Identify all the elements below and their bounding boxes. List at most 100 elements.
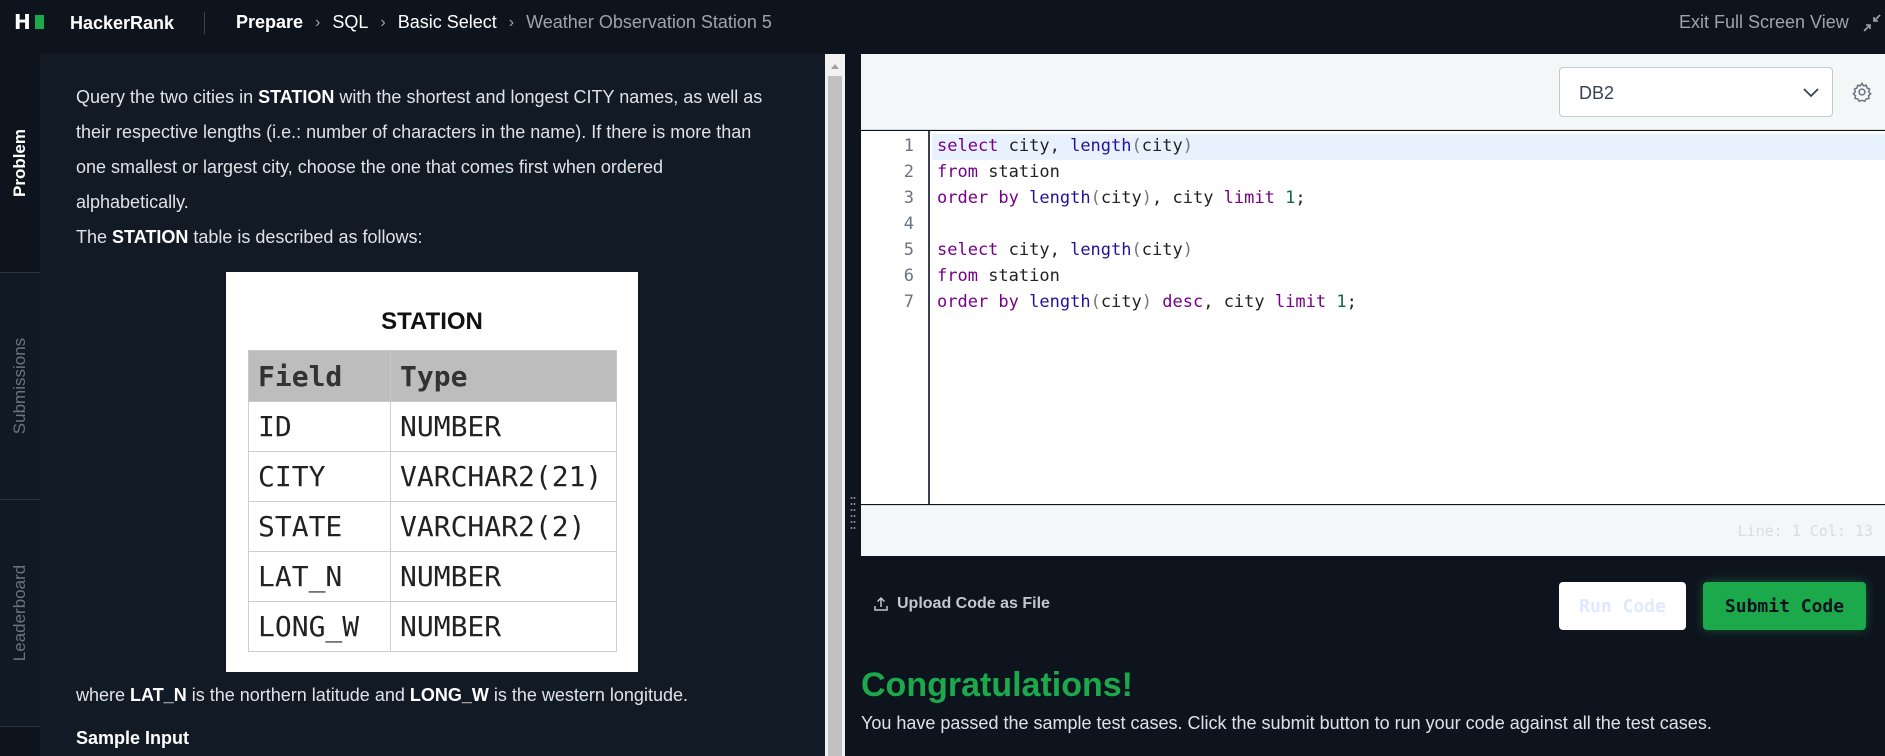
collapse-icon[interactable]: [1862, 13, 1882, 33]
chevron-right-icon: ›: [508, 13, 515, 31]
editor-status-bar: Line: 1 Col: 13: [861, 505, 1885, 556]
tab-submissions[interactable]: Submissions: [0, 273, 40, 499]
keyword: from: [937, 266, 978, 286]
tab-leaderboard[interactable]: Leaderboard: [0, 500, 40, 726]
lat-n-bold: LAT_N: [130, 685, 187, 705]
top-bar: H HackerRank Prepare › SQL › Basic Selec…: [0, 0, 1885, 45]
line-number: 5: [903, 240, 914, 260]
text-segment: where: [76, 685, 131, 705]
line-number: 6: [903, 266, 914, 286]
paren: (: [1131, 136, 1142, 156]
breadcrumb: Prepare › SQL › Basic Select › Weather O…: [236, 12, 772, 33]
table-title: STATION: [381, 308, 483, 335]
table-intro: The STATION table is described as follow…: [76, 220, 776, 255]
tab-problem[interactable]: Problem: [0, 54, 40, 272]
line-number: 4: [903, 214, 914, 234]
line-number: 7: [903, 292, 914, 312]
code-text: ;: [1346, 292, 1357, 312]
number-literal: 1: [1285, 188, 1296, 208]
chevron-right-icon: ›: [380, 13, 386, 31]
header-divider: [204, 12, 205, 34]
scroll-up-icon[interactable]: [831, 64, 839, 69]
text-segment: is the western longitude.: [488, 685, 688, 705]
table-row: CITY VARCHAR2(21): [248, 451, 617, 502]
problem-description: Query the two cities in STATION with the…: [76, 80, 776, 220]
code-text: station: [977, 162, 1060, 182]
code-line-5: select city, length(city): [937, 240, 1193, 260]
code-line-1: select city, length(city): [937, 136, 1193, 156]
sample-input-heading: Sample Input: [76, 728, 190, 748]
code-text: city,: [998, 240, 1071, 260]
station-bold: STATION: [112, 227, 189, 247]
code-text: , city: [1203, 292, 1275, 312]
tab-divider: [0, 726, 40, 727]
paren: ): [1141, 188, 1153, 208]
table-cell: NUMBER: [390, 401, 617, 452]
logo-letter: H: [14, 10, 31, 34]
run-code-button[interactable]: Run Code: [1559, 582, 1686, 630]
code-editor[interactable]: 1 2 3 4 5 6 7 select city, length(city) …: [861, 131, 1885, 504]
upload-code-label: Upload Code as File: [897, 595, 1050, 612]
function-name: length: [1029, 292, 1091, 312]
language-value: DB2: [1579, 83, 1615, 103]
upload-code-button[interactable]: Upload Code as File: [873, 595, 1050, 613]
tab-leaderboard-label: Leaderboard: [10, 564, 30, 662]
result-title: Congratulations!: [861, 666, 1133, 704]
keyword: limit: [1223, 188, 1275, 208]
keyword: order by: [937, 188, 1019, 208]
code-line-3: order by length(city), city limit 1;: [937, 188, 1306, 208]
table-cell: NUMBER: [390, 551, 617, 602]
table-cell: LAT_N: [248, 551, 391, 602]
column-header-type: Type: [390, 350, 617, 402]
problem-panel: Query the two cities in STATION with the…: [40, 54, 825, 756]
breadcrumb-basic-select[interactable]: Basic Select: [398, 12, 497, 33]
table-cell: ID: [248, 401, 391, 452]
table-cell: LONG_W: [248, 601, 391, 652]
problem-scrollbar[interactable]: [825, 54, 845, 756]
keyword: order by: [937, 292, 1019, 312]
paren: (: [1131, 240, 1142, 260]
breadcrumb-prepare[interactable]: Prepare: [236, 12, 303, 33]
scrollbar-thumb[interactable]: [828, 76, 842, 756]
code-text: station: [977, 266, 1060, 286]
tab-submissions-label: Submissions: [10, 337, 29, 435]
line-number: 3: [903, 188, 914, 208]
submit-code-button[interactable]: Submit Code: [1703, 582, 1866, 630]
brand-name[interactable]: HackerRank: [70, 13, 174, 34]
breadcrumb-current: Weather Observation Station 5: [526, 12, 772, 32]
table-row: STATE VARCHAR2(2): [248, 501, 617, 552]
table-row: LAT_N NUMBER: [248, 551, 617, 602]
hackerrank-logo[interactable]: H: [14, 12, 44, 32]
table-cell: NUMBER: [390, 601, 617, 652]
table-row: ID NUMBER: [248, 401, 617, 452]
code-text: ;: [1295, 188, 1306, 208]
code-line-2: from station: [937, 162, 1060, 182]
line-number-gutter: 1 2 3 4 5 6 7: [861, 131, 930, 504]
drag-handle-icon[interactable]: [850, 495, 856, 533]
column-header-field: Field: [248, 350, 391, 402]
line-number: 2: [903, 162, 914, 182]
chevron-down-icon: [1803, 88, 1819, 98]
where-description: where LAT_N is the northern latitude and…: [76, 678, 776, 713]
function-name: length: [1070, 136, 1132, 156]
station-schema-table: Field Type ID NUMBER CITY VARCHAR2(21) S…: [248, 350, 617, 652]
code-text: city,: [998, 136, 1071, 156]
table-cell: VARCHAR2(21): [390, 451, 617, 502]
gear-icon[interactable]: [1851, 81, 1873, 103]
number-literal: 1: [1336, 292, 1347, 312]
function-name: length: [1070, 240, 1132, 260]
table-cell: CITY: [248, 451, 391, 502]
panel-splitter[interactable]: [845, 54, 861, 756]
breadcrumb-sql[interactable]: SQL: [332, 12, 368, 33]
exit-fullscreen-link[interactable]: Exit Full Screen View: [1679, 12, 1849, 33]
language-select[interactable]: DB2: [1559, 67, 1833, 117]
table-header-row: Field Type: [248, 350, 617, 402]
code-text: city: [1100, 292, 1142, 312]
keyword: select: [937, 136, 999, 156]
keyword: desc: [1162, 292, 1204, 312]
table-cell: STATE: [248, 501, 391, 552]
